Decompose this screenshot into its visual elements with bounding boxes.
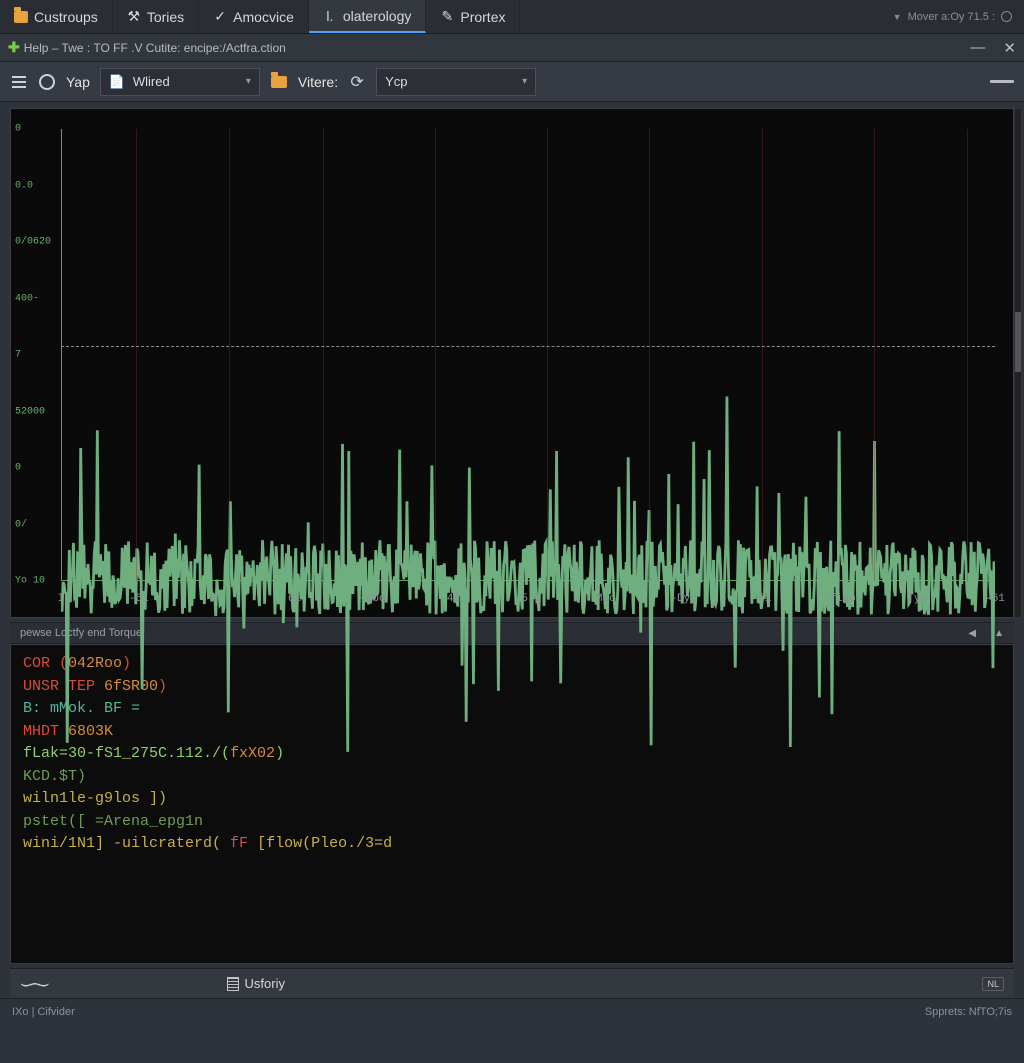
- chevron-down-icon: ▼: [893, 12, 902, 22]
- chevron-down-icon: ▾: [246, 76, 251, 87]
- tab-label: Custroups: [34, 9, 98, 25]
- tab-label: olaterology: [343, 8, 412, 24]
- tab-amocvice[interactable]: ✓ Amocvice: [199, 0, 309, 33]
- scroll-thumb[interactable]: [1015, 312, 1021, 372]
- tab-prortex[interactable]: ✎ Prortex: [426, 0, 520, 33]
- title-text: Help – Twe : TO FF .V Cutite: encipe:/Ac…: [24, 41, 286, 55]
- check-icon: ✓: [213, 10, 227, 24]
- window-controls: — ✕: [970, 39, 1016, 57]
- refresh-icon[interactable]: ⟳: [348, 73, 366, 91]
- tab-custroups[interactable]: Custroups: [0, 0, 113, 33]
- collapse-icon[interactable]: [990, 80, 1014, 83]
- close-button[interactable]: ✕: [1003, 39, 1016, 57]
- settings-icon: ⚒: [127, 10, 141, 24]
- waveform-plot[interactable]: 00.00/0620400-75200000/Yo 10 I-615'61-db…: [10, 108, 1014, 618]
- document-icon: 📄: [109, 74, 125, 90]
- vertical-scrollbar[interactable]: [1015, 109, 1021, 617]
- record-icon[interactable]: [38, 73, 56, 91]
- status-circle-icon: [1001, 11, 1012, 22]
- tab-tories[interactable]: ⚒ Tories: [113, 0, 199, 33]
- dropdown-value: Wlired: [133, 74, 170, 89]
- y-axis: 00.00/0620400-75200000/Yo 10: [11, 129, 61, 581]
- tab-olaterology[interactable]: l. olaterology: [309, 0, 427, 33]
- folder-icon: [14, 10, 28, 24]
- chevron-down-icon: ▾: [522, 76, 527, 87]
- plot-canvas: [61, 129, 995, 581]
- toolbar-right: [990, 80, 1014, 83]
- plus-icon[interactable]: ✚: [8, 39, 20, 56]
- source-dropdown[interactable]: 📄 Wlired ▾: [100, 68, 260, 96]
- menu-icon[interactable]: [10, 73, 28, 91]
- toolbar: Yap 📄 Wlired ▾ Vitere: ⟳ Ycp ▾: [0, 62, 1024, 102]
- tab-label: Tories: [147, 9, 184, 25]
- tab-label: Amocvice: [233, 9, 294, 25]
- flask-icon: l.: [323, 9, 337, 23]
- target-dropdown[interactable]: Ycp ▾: [376, 68, 536, 96]
- yap-label: Yap: [66, 74, 90, 90]
- header-status-text: Mover a:Oy 71.5 :: [908, 11, 995, 23]
- pencil-icon: ✎: [440, 10, 454, 24]
- collapse-up-icon[interactable]: ▲: [994, 628, 1004, 639]
- title-bar: ✚ Help – Twe : TO FF .V Cutite: encipe:/…: [0, 34, 1024, 62]
- minimize-button[interactable]: —: [970, 39, 985, 57]
- header-status: ▼ Mover a:Oy 71.5 :: [881, 0, 1024, 33]
- folder-icon[interactable]: [270, 73, 288, 91]
- vitere-label: Vitere:: [298, 74, 338, 90]
- wave-icon: ⌣⌢⌣: [20, 973, 47, 994]
- x-axis: I-615'61-dbo-49-5'2Mac-Dyo-51-figoTyp-61: [61, 581, 995, 617]
- dropdown-value: Ycp: [385, 74, 407, 89]
- tab-bar: Custroups ⚒ Tories ✓ Amocvice l. olatero…: [0, 0, 1024, 34]
- tab-label: Prortex: [460, 9, 505, 25]
